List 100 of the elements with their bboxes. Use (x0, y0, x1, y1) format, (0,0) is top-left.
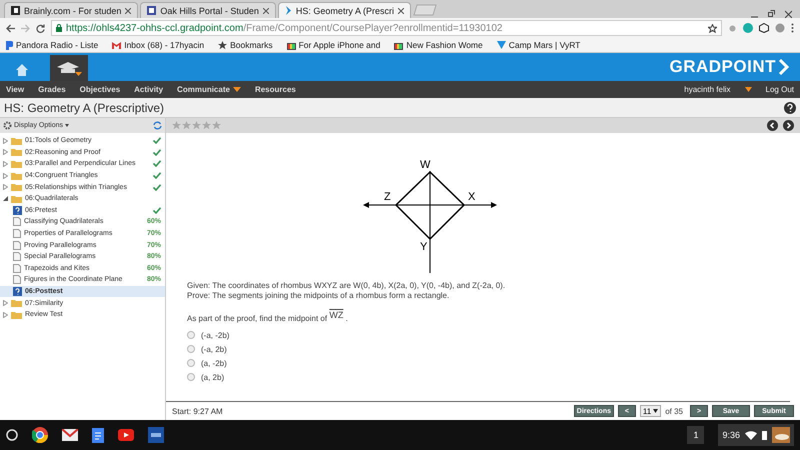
course-button[interactable] (50, 55, 88, 81)
answer-option[interactable]: (-a, 2b) (187, 342, 790, 356)
document-icon[interactable] (92, 428, 104, 442)
folder-icon (11, 172, 22, 180)
graduation-cap-icon (55, 60, 83, 76)
lock-icon (56, 24, 62, 32)
user-name: hyacinth felix (684, 85, 731, 94)
brainly-icon (11, 6, 20, 15)
collapsed-arrow-icon[interactable] (3, 300, 8, 306)
page-count: of 35 (665, 406, 683, 416)
home-icon (15, 63, 29, 77)
star-icon (212, 121, 221, 130)
radio-button[interactable] (187, 359, 195, 367)
nav-item[interactable]: Objectives (80, 85, 120, 94)
question-text: As part of the proof, find the midpoint of WZ . (187, 313, 349, 324)
star-icon (172, 121, 181, 130)
bookmark-star-icon[interactable] (708, 24, 717, 32)
course-title: HS: Geometry A (Prescriptive) (4, 100, 166, 114)
folder-icon (11, 310, 22, 319)
bookmark[interactable]: Bookmarks (218, 40, 273, 50)
browser-tab[interactable]: Brainly.com - For studen (4, 2, 138, 18)
close-icon[interactable] (785, 10, 792, 18)
chrome-icon[interactable] (32, 427, 48, 443)
tv-icon (394, 40, 404, 50)
folder-icon (11, 148, 22, 156)
restore-icon[interactable] (768, 10, 775, 18)
browser-tab[interactable]: Oak Hills Portal - Studen (140, 2, 276, 18)
rhombus (394, 170, 466, 240)
prove-text: Prove: The segments joining the midpoints of a rhombus form a rectangle. (187, 291, 450, 301)
launcher-icon[interactable] (6, 429, 18, 441)
logout-link[interactable]: Log Out (766, 85, 794, 94)
star-icon (202, 121, 211, 130)
answer-option[interactable]: (a, -2b) (187, 356, 790, 370)
nav-item[interactable]: Communicate (177, 85, 241, 94)
collapsed-arrow-icon[interactable] (3, 172, 8, 179)
caret-icon (232, 87, 241, 92)
status-area[interactable]: 9:36 (718, 424, 794, 446)
bookmark[interactable]: Pandora Radio - Liste (6, 40, 98, 50)
vertex-label: Y (420, 241, 428, 253)
caret-icon (653, 409, 658, 413)
nav-item[interactable]: Resources (254, 85, 296, 94)
notification-count[interactable]: 1 (687, 426, 704, 444)
mail-icon (112, 42, 122, 48)
nav-item[interactable]: Grades (38, 85, 66, 94)
close-icon[interactable] (125, 8, 132, 14)
tab-favicon (284, 6, 292, 15)
back-icon[interactable] (6, 24, 15, 32)
mail-icon[interactable] (62, 429, 78, 441)
question-icon (13, 206, 22, 215)
tv-icon (286, 40, 296, 50)
caret-icon (65, 124, 70, 127)
browser-tab[interactable]: HS: Geometry A (Prescri (278, 2, 411, 18)
star-icon (192, 121, 201, 130)
wifi-icon (745, 430, 757, 440)
nav-item[interactable]: View (6, 85, 24, 94)
previous-icon[interactable] (767, 120, 778, 131)
question-icon (13, 287, 22, 296)
star-icon (182, 121, 191, 130)
answer-option[interactable]: (a, 2b) (187, 370, 790, 384)
avatar (772, 427, 790, 443)
pandora-icon (6, 40, 13, 50)
portal-icon (147, 6, 156, 15)
given-text: Given: The coordinates of rhombus WXYZ are W(0, 4b), X(2a, 0), Y(0, -4b), and Z(-2a, 0). (187, 281, 506, 291)
collapsed-arrow-icon[interactable] (3, 149, 8, 156)
close-icon[interactable] (262, 8, 269, 14)
answer-option[interactable]: (-a, -2b) (187, 328, 790, 342)
radio-button[interactable] (187, 373, 195, 381)
caret-icon (744, 87, 752, 92)
expanded-arrow-icon[interactable] (3, 196, 8, 202)
menu-icon[interactable] (791, 23, 794, 33)
play-icon[interactable] (118, 429, 134, 441)
nav-item[interactable]: Activity (134, 85, 164, 94)
address-bar[interactable]: https://ohls4237-ohhs-ccl.gradpoint.com/Frame/Component/CoursePlayer?enrollmentid=11930102 (51, 20, 722, 36)
collapsed-arrow-icon[interactable] (3, 138, 8, 144)
bookmark[interactable]: For Apple iPhone and (286, 40, 380, 50)
radio-button[interactable] (187, 331, 195, 339)
gear-icon (3, 121, 12, 130)
collapsed-arrow-icon[interactable] (3, 160, 8, 167)
vertex-label: Z (384, 191, 391, 203)
page-select[interactable]: 11 (640, 405, 662, 417)
radio-button[interactable] (187, 345, 195, 353)
refresh-icon[interactable] (153, 121, 162, 130)
vertex-label: X (468, 191, 476, 203)
folder-icon (11, 194, 22, 203)
star-icon (218, 40, 228, 50)
next-icon[interactable] (783, 120, 794, 131)
clock: 9:36 (722, 430, 740, 440)
collapsed-arrow-icon[interactable] (3, 184, 8, 190)
reload-icon[interactable] (36, 24, 45, 32)
brand-logo: GRADPOINT (670, 57, 776, 77)
collapsed-arrow-icon[interactable] (3, 312, 8, 318)
bookmark[interactable]: Camp Mars | VyRT (496, 40, 580, 50)
folder-icon (11, 136, 22, 145)
close-icon[interactable] (398, 8, 404, 14)
help-icon[interactable] (784, 102, 796, 114)
folder-icon (11, 160, 22, 168)
bookmark[interactable]: New Fashion Wome (394, 40, 483, 50)
start-time: Start: 9:27 AM (172, 406, 224, 416)
battery-icon (762, 430, 767, 440)
bookmark[interactable]: Inbox (68) - 17hyacin (112, 40, 204, 50)
